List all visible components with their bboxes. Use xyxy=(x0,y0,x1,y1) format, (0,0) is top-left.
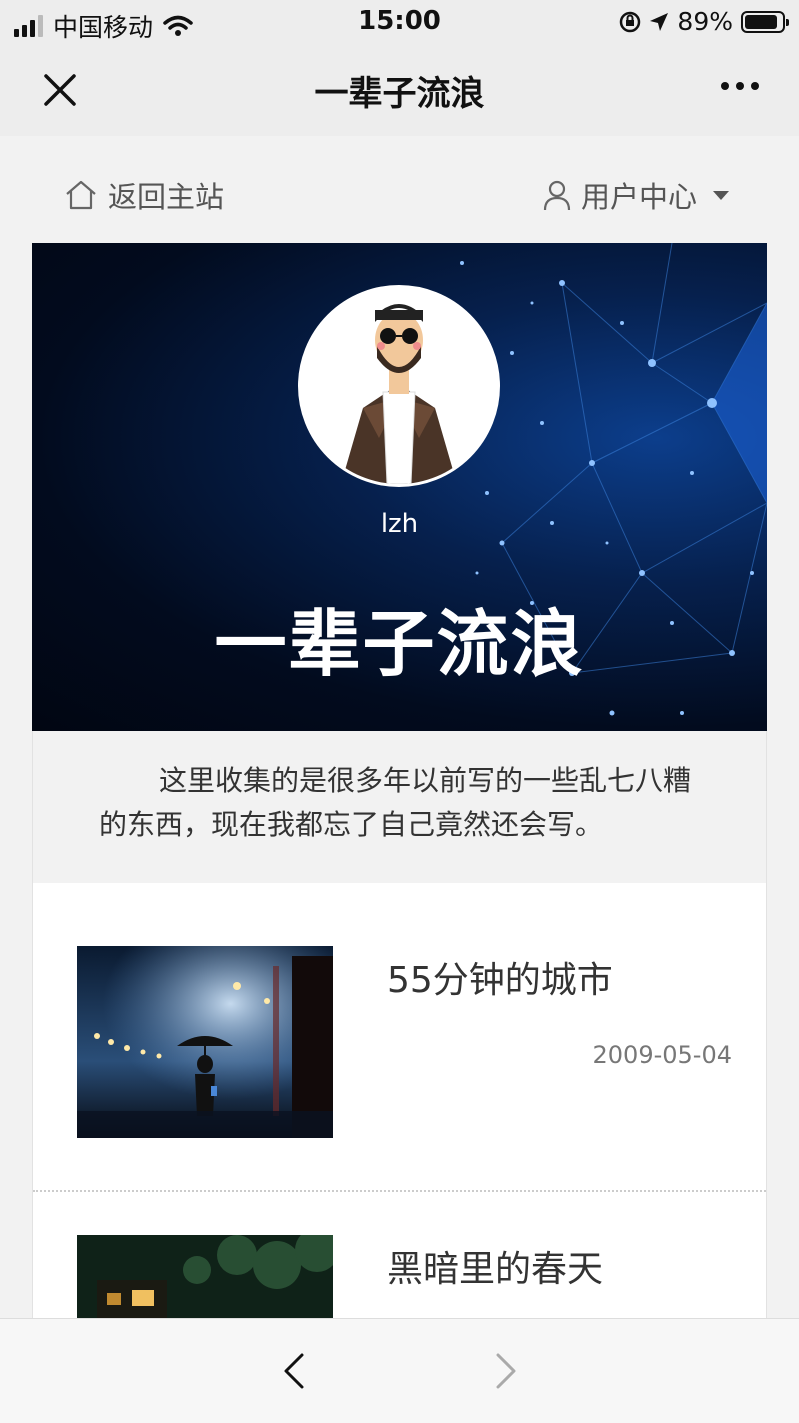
blog-description: 这里收集的是很多年以前写的一些乱七八糟的东西，现在我都忘了自己竟然还会写。 xyxy=(32,731,767,883)
wifi-icon xyxy=(163,15,193,36)
battery-icon xyxy=(741,10,789,33)
avatar[interactable] xyxy=(298,285,500,487)
list-item[interactable]: 55分钟的城市 2009-05-04 xyxy=(33,883,766,1192)
article-thumbnail[interactable] xyxy=(77,946,333,1138)
blog-banner: lzh 一辈子流浪 xyxy=(32,243,767,731)
orientation-lock-icon xyxy=(620,11,641,32)
home-link-label: 返回主站 xyxy=(108,180,225,214)
blog-title: 一辈子流浪 xyxy=(214,602,585,686)
home-link[interactable]: 返回主站 xyxy=(64,174,224,216)
avatar-illustration xyxy=(301,288,497,484)
status-right: 89% xyxy=(619,7,789,36)
carrier-group: 中国移动 xyxy=(14,8,193,44)
article-title[interactable]: 黑暗里的春天 xyxy=(387,1240,603,1292)
more-options-icon[interactable] xyxy=(721,82,759,90)
user-center-label: 用户中心 xyxy=(580,180,697,214)
article-title[interactable]: 55分钟的城市 xyxy=(387,951,613,1003)
nav-bar: 一辈子流浪 xyxy=(0,44,799,136)
back-arrow-icon[interactable] xyxy=(280,1351,310,1391)
forward-arrow-icon[interactable] xyxy=(490,1351,520,1391)
rainy-street-image xyxy=(77,946,333,1138)
dark-spring-image xyxy=(77,1235,333,1323)
user-center-dropdown[interactable]: 用户中心 xyxy=(543,174,729,216)
signal-icon xyxy=(14,15,43,37)
list-item[interactable]: 黑暗里的春天 xyxy=(33,1172,766,1323)
home-icon xyxy=(66,180,96,210)
close-icon[interactable] xyxy=(40,70,80,110)
top-links: 返回主站 用户中心 xyxy=(0,136,799,243)
carrier-name: 中国移动 xyxy=(53,13,154,42)
page-title: 一辈子流浪 xyxy=(314,74,485,114)
location-arrow-icon xyxy=(650,12,669,31)
chevron-down-icon xyxy=(713,190,729,200)
article-date: 2009-05-04 xyxy=(592,1041,732,1069)
article-list: 55分钟的城市 2009-05-04 黑暗里的春天 xyxy=(32,883,767,1323)
browser-toolbar xyxy=(0,1318,799,1423)
description-text: 这里收集的是很多年以前写的一些乱七八糟的东西，现在我都忘了自己竟然还会写。 xyxy=(99,764,692,841)
status-bar: 中国移动 15:00 89% xyxy=(0,0,799,44)
username: lzh xyxy=(380,509,419,539)
user-icon xyxy=(543,180,571,211)
article-thumbnail[interactable] xyxy=(77,1235,333,1323)
battery-percent: 89% xyxy=(677,7,733,36)
